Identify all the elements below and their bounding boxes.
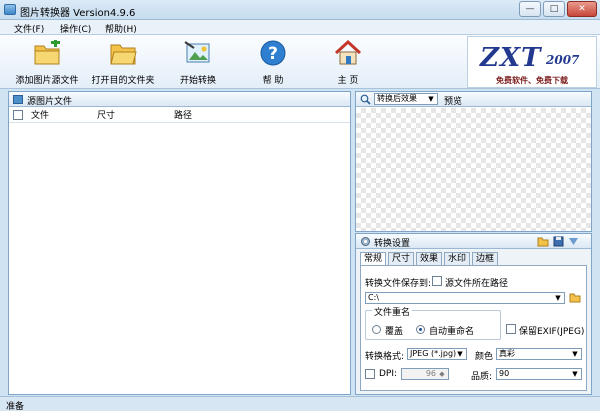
source-panel-title: 源图片文件 [27, 97, 73, 107]
help-button[interactable]: ? 帮 助 [251, 37, 295, 87]
add-source-button[interactable]: 添加图片源文件 [10, 37, 84, 87]
auto-rename-label: 自动重命名 [429, 327, 475, 337]
home-icon [334, 40, 362, 65]
format-label: 转换格式: [365, 352, 405, 362]
tab-general[interactable]: 常规 [360, 252, 386, 266]
select-all-checkbox[interactable] [13, 110, 23, 120]
menu-file[interactable]: 文件(F) [14, 22, 44, 35]
status-bar: 准备 [0, 396, 600, 411]
output-path-select[interactable]: C:\ ▼ [365, 292, 565, 304]
start-convert-label: 开始转换 [179, 76, 216, 86]
format-value: JPEG (*.jpg) [410, 349, 457, 358]
title-bar: 图片转换器 Version4.9.6 — □ ✕ [0, 0, 600, 20]
status-text: 准备 [6, 402, 25, 411]
home-label: 主 页 [337, 76, 359, 86]
save-icon[interactable] [553, 236, 564, 247]
menu-help[interactable]: 帮助(H) [105, 22, 137, 35]
chevron-down-icon: ▼ [572, 350, 578, 358]
folder-open-icon [110, 44, 137, 65]
rename-group: 文件重名 覆盖 自动重命名 [365, 305, 501, 340]
collapse-icon[interactable] [568, 237, 579, 246]
preview-panel-header: 转换后效果 ▼ 预览 [356, 92, 591, 107]
tab-border[interactable]: 边框 [472, 252, 498, 265]
tab-size[interactable]: 尺寸 [388, 252, 414, 265]
settings-panel-header: 转换设置 [356, 234, 591, 249]
column-path[interactable]: 路径 [174, 108, 192, 121]
tab-effect[interactable]: 效果 [416, 252, 442, 265]
start-convert-button[interactable]: 开始转换 [170, 37, 226, 87]
column-size[interactable]: 尺寸 [97, 108, 115, 121]
logo-slogan: 免费软件、免费下载 [496, 76, 568, 85]
menu-operation[interactable]: 操作(C) [60, 22, 91, 35]
image-file-icon [13, 95, 23, 104]
chevron-down-icon: ▼ [428, 95, 434, 103]
output-path-value: C:\ [368, 293, 379, 302]
chevron-down-icon: ▼ [555, 294, 561, 302]
save-to-label: 转换文件保存到: [365, 279, 432, 289]
logo-brand: ZXT [480, 43, 542, 73]
chevron-down-icon: ▼ [457, 350, 463, 358]
color-label: 颜色 [475, 352, 494, 362]
dpi-input[interactable]: 96 ◆ [401, 368, 449, 380]
source-panel-header: 源图片文件 [9, 92, 350, 107]
quality-label: 品质: [471, 372, 493, 382]
chevron-down-icon: ▼ [572, 370, 578, 378]
home-button[interactable]: 主 页 [326, 37, 370, 87]
keep-exif-checkbox[interactable] [506, 324, 516, 334]
browse-folder-icon[interactable] [569, 292, 581, 303]
dpi-label: DPI: [379, 369, 398, 379]
general-tab-content: 转换文件保存到: 源文件所在路径 C:\ ▼ 文件重名 覆盖 自动重命名 保留E… [360, 265, 587, 391]
settings-panel: 转换设置 常规 尺寸 效果 水印 边框 转换文件保存到: 源文件所在路径 C:\… [355, 233, 592, 395]
magnifier-icon [360, 94, 371, 105]
dpi-value: 96 [425, 369, 436, 378]
preview-label: 预览 [444, 97, 463, 107]
window-title: 图片转换器 Version4.9.6 [20, 8, 136, 19]
open-settings-icon[interactable] [537, 236, 549, 247]
minimize-button[interactable]: — [519, 1, 541, 17]
open-target-label: 打开目的文件夹 [91, 76, 155, 86]
spinner-icon: ◆ [439, 370, 445, 378]
app-icon [4, 4, 16, 15]
logo-year: 2007 [546, 53, 580, 67]
preview-effect-select[interactable]: 转换后效果 ▼ [374, 93, 438, 105]
image-convert-icon [184, 41, 210, 63]
color-select[interactable]: 真彩 ▼ [496, 348, 582, 360]
help-icon: ? [260, 40, 286, 66]
close-button[interactable]: ✕ [567, 1, 597, 17]
source-path-label: 源文件所在路径 [445, 279, 509, 289]
folder-add-icon [34, 40, 60, 65]
auto-rename-radio[interactable] [416, 325, 425, 334]
preview-panel: 转换后效果 ▼ 预览 [355, 91, 592, 232]
source-path-checkbox[interactable] [432, 276, 442, 286]
preview-effect-value: 转换后效果 [377, 94, 417, 103]
dpi-checkbox[interactable] [365, 369, 375, 379]
settings-title: 转换设置 [374, 239, 411, 249]
svg-text:?: ? [268, 44, 278, 64]
overwrite-label: 覆盖 [385, 327, 404, 337]
quality-select[interactable]: 90 ▼ [496, 368, 582, 380]
maximize-button[interactable]: □ [543, 1, 565, 17]
preview-canvas[interactable] [356, 108, 591, 231]
menu-bar: 文件(F) 操作(C) 帮助(H) [0, 20, 600, 35]
format-select[interactable]: JPEG (*.jpg) ▼ [407, 348, 467, 360]
add-source-label: 添加图片源文件 [15, 76, 79, 86]
zxt-logo[interactable]: ZXT 2007 免费软件、免费下载 [467, 36, 597, 88]
gear-icon [361, 237, 370, 246]
overwrite-radio[interactable] [372, 325, 381, 334]
file-list[interactable] [9, 123, 350, 394]
keep-exif-label: 保留EXIF(JPEG) [519, 327, 585, 337]
column-file[interactable]: 文件 [31, 108, 49, 121]
color-value: 真彩 [499, 349, 515, 358]
quality-value: 90 [499, 369, 510, 378]
open-target-button[interactable]: 打开目的文件夹 [88, 37, 158, 87]
rename-group-label: 文件重名 [372, 305, 413, 318]
tab-watermark[interactable]: 水印 [444, 252, 470, 265]
help-label: 帮 助 [262, 76, 284, 86]
source-files-panel: 源图片文件 文件 尺寸 路径 [8, 91, 351, 395]
